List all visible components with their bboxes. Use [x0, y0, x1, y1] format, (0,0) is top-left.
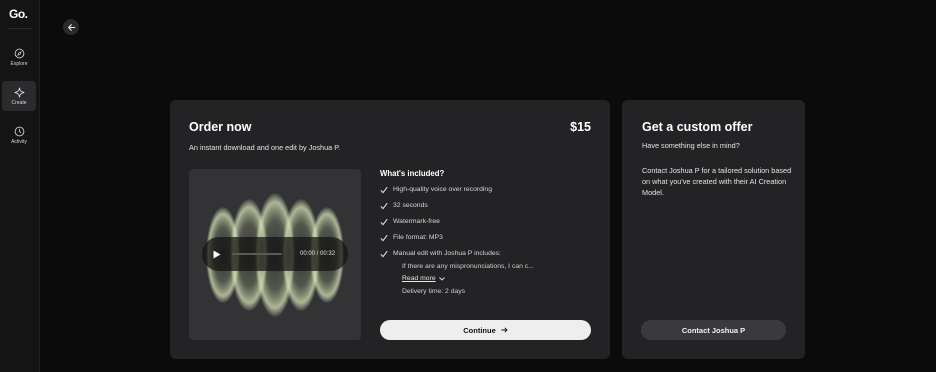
read-more-link[interactable]: Read more — [402, 275, 445, 282]
sparkle-icon — [14, 87, 24, 97]
audio-preview: 00:00 / 00:32 — [189, 169, 361, 340]
play-icon — [213, 250, 221, 258]
check-icon — [380, 234, 388, 242]
clock-icon — [14, 126, 24, 136]
sidebar-item-label: Create — [11, 99, 27, 106]
order-title: Order now — [189, 120, 252, 134]
list-item: 32 seconds — [380, 200, 590, 216]
order-price: $15 — [570, 120, 591, 134]
check-icon — [380, 202, 388, 210]
sidebar-item-activity[interactable]: Activity — [2, 120, 36, 150]
delivery-time: Delivery time: 2 days — [402, 288, 466, 295]
custom-subtitle: Have something else in mind? — [642, 141, 740, 150]
audio-time: 00:00 / 00:32 — [300, 251, 336, 257]
sidebar-item-label: Activity — [11, 138, 27, 145]
custom-title: Get a custom offer — [642, 120, 753, 134]
audio-progress-track[interactable] — [232, 253, 282, 255]
list-item: Manual edit with Joshua P includes: — [380, 248, 590, 264]
included-title: What's included? — [380, 169, 445, 178]
sidebar-item-create[interactable]: Create — [2, 81, 36, 111]
included-list: High-quality voice over recording 32 sec… — [380, 184, 590, 264]
sidebar-item-explore[interactable]: Explore — [2, 42, 36, 72]
play-button[interactable] — [213, 249, 223, 259]
sidebar-item-label: Explore — [10, 60, 28, 67]
custom-offer-card: Get a custom offer Have something else i… — [622, 100, 805, 359]
custom-description: Contact Joshua P for a tailored solution… — [642, 166, 792, 197]
divider — [8, 28, 32, 29]
check-icon — [380, 250, 388, 258]
arrow-left-icon — [67, 23, 75, 31]
list-item: Watermark-free — [380, 216, 590, 232]
list-item: High-quality voice over recording — [380, 184, 590, 200]
check-icon — [380, 218, 388, 226]
sidebar: Go. Explore Create Activity — [0, 0, 40, 372]
app-logo[interactable]: Go. — [9, 7, 28, 21]
arrow-right-icon — [501, 327, 508, 333]
back-button[interactable] — [63, 19, 79, 35]
chevron-down-icon — [438, 276, 445, 281]
order-subtitle: An instant download and one edit by Josh… — [189, 143, 341, 152]
audio-player: 00:00 / 00:32 — [202, 237, 348, 271]
contact-button[interactable]: Contact Joshua P — [641, 320, 786, 340]
order-card: Order now $15 An instant download and on… — [170, 100, 610, 359]
compass-icon — [14, 48, 24, 58]
edit-detail: If there are any mispronunciations, I ca… — [402, 263, 534, 270]
list-item: File format: MP3 — [380, 232, 590, 248]
continue-button[interactable]: Continue — [380, 320, 591, 340]
check-icon — [380, 186, 388, 194]
